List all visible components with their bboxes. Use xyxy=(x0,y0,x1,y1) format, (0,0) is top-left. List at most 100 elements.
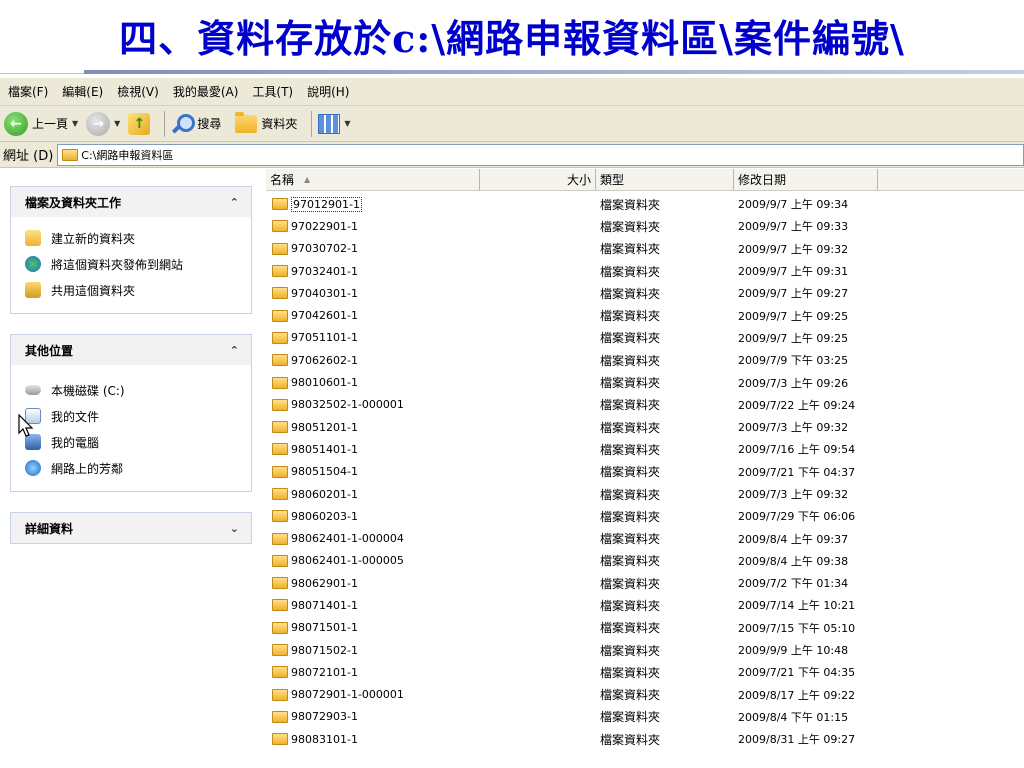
chevron-up-icon[interactable]: ⌃ xyxy=(230,196,239,209)
file-type-cell: 檔案資料夾 xyxy=(600,643,661,658)
explorer-window: 檔案(F) 編輯(E) 檢視(V) 我的最愛(A) 工具(T) 說明(H) ← … xyxy=(0,78,1024,768)
file-row[interactable]: 98071401-1 檔案資料夾 2009/7/14 上午 10:21 xyxy=(266,594,1024,616)
file-name-cell[interactable]: 97040301-1 xyxy=(266,287,480,300)
file-name-cell[interactable]: 97012901-1 xyxy=(266,196,480,212)
file-row[interactable]: 98071502-1 檔案資料夾 2009/9/9 上午 10:48 xyxy=(266,639,1024,661)
details-title: 詳細資料 xyxy=(25,521,74,536)
column-type[interactable]: 類型 xyxy=(596,169,734,190)
column-modified[interactable]: 修改日期 xyxy=(734,169,878,190)
address-label: 網址 (D) xyxy=(3,149,54,164)
file-name-cell[interactable]: 98071501-1 xyxy=(266,621,480,634)
back-arrow-icon: ← xyxy=(4,111,28,136)
menu-edit[interactable]: 編輯(E) xyxy=(62,83,103,100)
file-name: 98072901-1-000001 xyxy=(291,688,404,702)
menu-favorites[interactable]: 我的最愛(A) xyxy=(173,83,239,100)
file-row[interactable]: 98032502-1-000001 檔案資料夾 2009/7/22 上午 09:24 xyxy=(266,394,1024,416)
file-row[interactable]: 98062401-1-000004 檔案資料夾 2009/8/4 上午 09:37 xyxy=(266,527,1024,549)
menu-help[interactable]: 說明(H) xyxy=(307,83,349,100)
other-places-header[interactable]: 其他位置 ⌃ xyxy=(11,335,251,365)
mouse-pointer-icon xyxy=(18,413,34,441)
file-name-cell[interactable]: 98071502-1 xyxy=(266,644,480,657)
file-row[interactable]: 98072101-1 檔案資料夾 2009/7/21 下午 04:35 xyxy=(266,661,1024,683)
file-row[interactable]: 98060201-1 檔案資料夾 2009/7/3 上午 09:32 xyxy=(266,483,1024,505)
file-name-cell[interactable]: 98072903-1 xyxy=(266,710,480,723)
file-name-cell[interactable]: 98010601-1 xyxy=(266,376,480,389)
file-row[interactable]: 98083101-1 檔案資料夾 2009/8/31 上午 09:27 xyxy=(266,728,1024,750)
up-button[interactable]: ↑ xyxy=(128,112,151,135)
chevron-up-icon[interactable]: ⌃ xyxy=(230,344,239,357)
file-name-cell[interactable]: 97042601-1 xyxy=(266,309,480,322)
details-header[interactable]: 詳細資料 ⌄ xyxy=(11,513,251,543)
file-tasks-header[interactable]: 檔案及資料夾工作 ⌃ xyxy=(11,187,251,217)
place-my-computer[interactable]: 我的電腦 xyxy=(25,429,241,455)
file-name-cell[interactable]: 98032502-1-000001 xyxy=(266,398,480,411)
file-name-cell[interactable]: 98072101-1 xyxy=(266,666,480,679)
file-name-cell[interactable]: 97062602-1 xyxy=(266,354,480,367)
task-publish-web[interactable]: 將這個資料夾發佈到網站 xyxy=(25,251,241,277)
file-row[interactable]: 98071501-1 檔案資料夾 2009/7/15 下午 05:10 xyxy=(266,617,1024,639)
file-name-cell[interactable]: 98071401-1 xyxy=(266,599,480,612)
task-share-folder[interactable]: 共用這個資料夾 xyxy=(25,277,241,303)
file-row[interactable]: 97012901-1 檔案資料夾 2009/9/7 上午 09:34 xyxy=(266,193,1024,215)
folder-icon xyxy=(272,733,288,746)
column-size[interactable]: 大小 xyxy=(480,169,596,190)
file-row[interactable]: 97030702-1 檔案資料夾 2009/9/7 上午 09:32 xyxy=(266,238,1024,260)
file-date-cell: 2009/9/7 上午 09:32 xyxy=(738,242,849,256)
address-input[interactable]: C:\網路申報資料區 xyxy=(57,143,1024,166)
forward-dropdown-icon[interactable]: ▼ xyxy=(114,119,120,128)
file-row[interactable]: 97032401-1 檔案資料夾 2009/9/7 上午 09:31 xyxy=(266,260,1024,282)
toolbar-separator xyxy=(164,110,166,137)
file-date-cell: 2009/7/3 上午 09:26 xyxy=(738,376,849,390)
file-name-cell[interactable]: 98062401-1-000004 xyxy=(266,532,480,545)
place-my-documents[interactable]: 我的文件 xyxy=(25,403,241,429)
file-name-cell[interactable]: 98083101-1 xyxy=(266,733,480,746)
file-row[interactable]: 97062602-1 檔案資料夾 2009/7/9 下午 03:25 xyxy=(266,349,1024,371)
file-row[interactable]: 98051401-1 檔案資料夾 2009/7/16 上午 09:54 xyxy=(266,438,1024,460)
file-type-cell: 檔案資料夾 xyxy=(600,732,661,747)
column-name[interactable]: 名稱 ▲ xyxy=(266,169,480,190)
menu-tools[interactable]: 工具(T) xyxy=(252,83,293,100)
file-row[interactable]: 98051201-1 檔案資料夾 2009/7/3 上午 09:32 xyxy=(266,416,1024,438)
file-row[interactable]: 98062401-1-000005 檔案資料夾 2009/8/4 上午 09:38 xyxy=(266,550,1024,572)
file-row[interactable]: 97042601-1 檔案資料夾 2009/9/7 上午 09:25 xyxy=(266,304,1024,326)
file-row[interactable]: 98010601-1 檔案資料夾 2009/7/3 上午 09:26 xyxy=(266,371,1024,393)
file-date-cell: 2009/9/7 上午 09:34 xyxy=(738,198,849,212)
file-row[interactable]: 98072901-1-000001 檔案資料夾 2009/8/17 上午 09:22 xyxy=(266,684,1024,706)
file-name-cell[interactable]: 98051504-1 xyxy=(266,465,480,478)
forward-button[interactable]: → ▼ xyxy=(86,111,120,136)
file-date-cell: 2009/7/3 上午 09:32 xyxy=(738,421,849,435)
views-button[interactable]: ▼ xyxy=(318,113,351,134)
task-new-folder[interactable]: 建立新的資料夾 xyxy=(25,225,241,251)
file-name-cell[interactable]: 98072901-1-000001 xyxy=(266,688,480,701)
file-row[interactable]: 98060203-1 檔案資料夾 2009/7/29 下午 06:06 xyxy=(266,505,1024,527)
toolbar: ← 上一頁 ▼ → ▼ ↑ 搜尋 資料夾 ▼ xyxy=(0,106,1024,142)
file-name-cell[interactable]: 97051101-1 xyxy=(266,331,480,344)
file-row[interactable]: 97022901-1 檔案資料夾 2009/9/7 上午 09:33 xyxy=(266,215,1024,237)
search-button[interactable]: 搜尋 xyxy=(171,113,221,135)
chevron-down-icon[interactable]: ⌄ xyxy=(230,522,239,535)
back-button[interactable]: ← 上一頁 ▼ xyxy=(4,111,78,136)
file-name-cell[interactable]: 97032401-1 xyxy=(266,265,480,278)
file-name-cell[interactable]: 97022901-1 xyxy=(266,220,480,233)
file-row[interactable]: 97051101-1 檔案資料夾 2009/9/7 上午 09:25 xyxy=(266,327,1024,349)
file-row[interactable]: 98072903-1 檔案資料夾 2009/8/4 下午 01:15 xyxy=(266,706,1024,728)
file-name-cell[interactable]: 97030702-1 xyxy=(266,242,480,255)
file-row[interactable]: 97040301-1 檔案資料夾 2009/9/7 上午 09:27 xyxy=(266,282,1024,304)
file-name-cell[interactable]: 98062401-1-000005 xyxy=(266,554,480,567)
menu-view[interactable]: 檢視(V) xyxy=(117,83,159,100)
file-name-cell[interactable]: 98062901-1 xyxy=(266,577,480,590)
menu-file[interactable]: 檔案(F) xyxy=(8,83,48,100)
file-name: 98071501-1 xyxy=(291,621,358,635)
place-network[interactable]: 網路上的芳鄰 xyxy=(25,455,241,481)
folders-button[interactable]: 資料夾 xyxy=(235,111,297,133)
file-name-cell[interactable]: 98060201-1 xyxy=(266,488,480,501)
file-name-cell[interactable]: 98051201-1 xyxy=(266,421,480,434)
back-dropdown-icon[interactable]: ▼ xyxy=(72,119,78,128)
file-name-cell[interactable]: 98060203-1 xyxy=(266,510,480,523)
new-folder-icon xyxy=(25,230,41,246)
file-name-cell[interactable]: 98051401-1 xyxy=(266,443,480,456)
file-row[interactable]: 98062901-1 檔案資料夾 2009/7/2 下午 01:34 xyxy=(266,572,1024,594)
sort-ascending-icon: ▲ xyxy=(304,175,311,184)
file-row[interactable]: 98051504-1 檔案資料夾 2009/7/21 下午 04:37 xyxy=(266,461,1024,483)
place-local-disk[interactable]: 本機磁碟 (C:) xyxy=(25,377,241,403)
